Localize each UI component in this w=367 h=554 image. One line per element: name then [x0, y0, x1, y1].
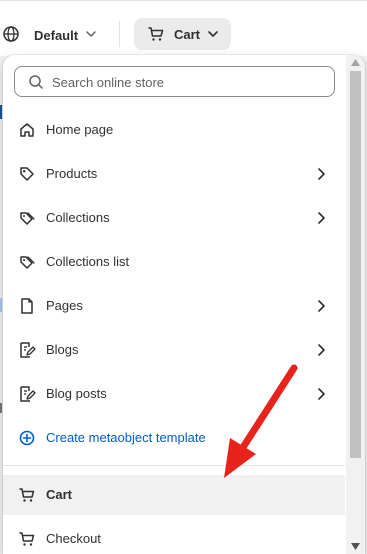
- tag-icon: [20, 167, 34, 181]
- menu-item-label: Checkout: [46, 531, 101, 546]
- background-fragment: [0, 298, 2, 312]
- menu-item-label: Blog posts: [46, 386, 107, 401]
- menu-item-blog-posts[interactable]: Blog posts: [3, 374, 345, 414]
- template-picker-popover: Home page Products Collections Collect: [3, 55, 365, 554]
- scrollbar[interactable]: [346, 55, 365, 554]
- background-fragment: [0, 403, 2, 413]
- cart-icon: [19, 488, 35, 502]
- home-icon: [20, 123, 34, 137]
- chevron-down-icon: [208, 31, 218, 37]
- menu-item-home-page[interactable]: Home page: [3, 110, 345, 150]
- scrollbar-thumb[interactable]: [350, 71, 361, 458]
- chevron-right-icon: [318, 388, 325, 400]
- create-metaobject-template-link[interactable]: Create metaobject template: [3, 418, 345, 458]
- menu-item-label: Blogs: [46, 342, 79, 357]
- blog-icon: [20, 386, 36, 402]
- cart-icon: [19, 532, 35, 546]
- search-input[interactable]: [52, 72, 322, 92]
- collection-tag-icon: [20, 256, 35, 269]
- theme-selector-label[interactable]: Default: [34, 28, 78, 43]
- plus-circle-icon: [19, 430, 35, 446]
- menu-item-cart[interactable]: Cart: [3, 475, 345, 515]
- menu-item-label: Collections: [46, 210, 110, 225]
- menu-item-label: Create metaobject template: [46, 430, 206, 445]
- menu-item-pages[interactable]: Pages: [3, 286, 345, 326]
- divider: [119, 21, 120, 47]
- menu-item-label: Home page: [46, 122, 114, 137]
- scroll-up-arrow-icon[interactable]: [351, 59, 360, 66]
- template-selector-label: Cart: [174, 27, 201, 42]
- search-field[interactable]: [14, 66, 335, 97]
- chevron-right-icon: [318, 212, 325, 224]
- menu-item-collections[interactable]: Collections: [3, 198, 345, 238]
- menu-item-label: Collections list: [46, 254, 130, 269]
- scroll-down-arrow-icon[interactable]: [351, 543, 360, 550]
- menu-item-label: Pages: [46, 298, 83, 313]
- chevron-right-icon: [318, 168, 325, 180]
- chevron-right-icon: [318, 344, 325, 356]
- menu-item-products[interactable]: Products: [3, 154, 345, 194]
- template-selector-button[interactable]: Cart: [134, 18, 231, 50]
- menu-item-collections-list[interactable]: Collections list: [3, 242, 345, 282]
- menu-item-label: Products: [46, 166, 98, 181]
- globe-icon[interactable]: [2, 25, 20, 43]
- chevron-down-icon[interactable]: [85, 28, 97, 40]
- menu-item-checkout[interactable]: Checkout: [3, 519, 345, 554]
- menu-item-label: Cart: [46, 487, 73, 502]
- search-icon: [29, 75, 43, 89]
- blog-icon: [20, 342, 36, 358]
- menu-item-blogs[interactable]: Blogs: [3, 330, 345, 370]
- chevron-right-icon: [318, 300, 325, 312]
- divider: [3, 465, 345, 466]
- page-icon: [21, 298, 33, 314]
- cart-icon: [148, 27, 164, 41]
- collection-tag-icon: [20, 212, 35, 225]
- background-fragment: [0, 105, 2, 119]
- editor-topbar: Default Cart: [0, 0, 367, 56]
